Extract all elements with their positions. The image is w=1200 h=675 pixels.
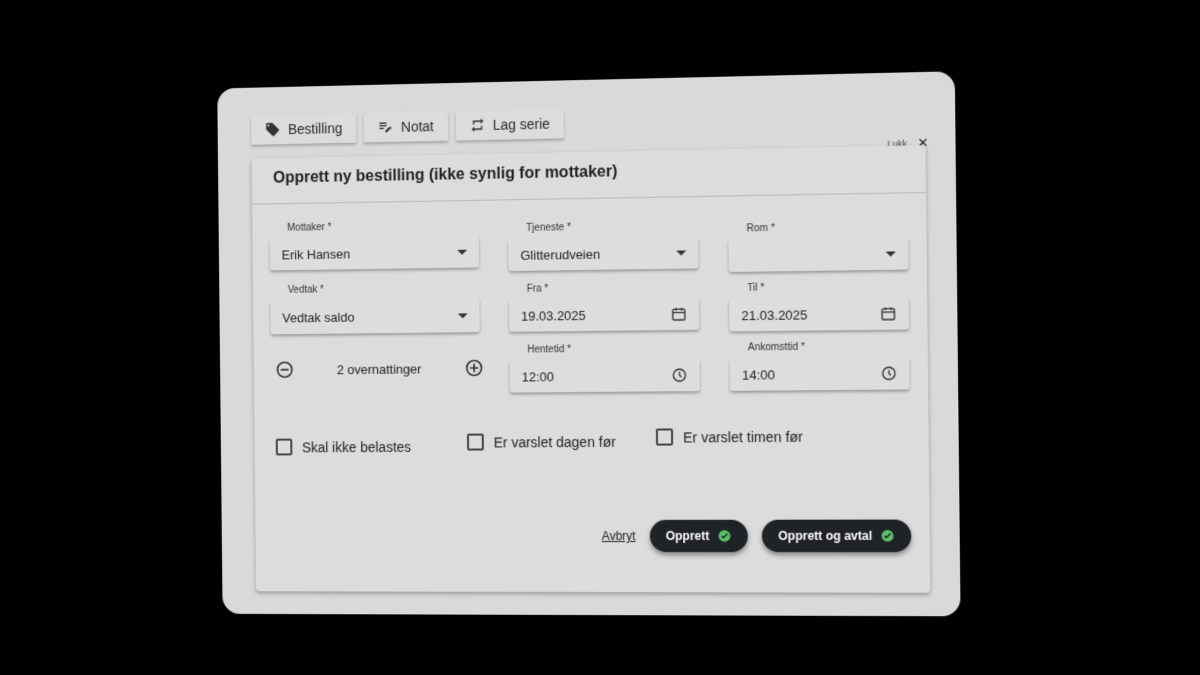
create-and-book-button[interactable]: Opprett og avtal xyxy=(761,519,912,553)
tab-bar: Bestilling Notat Lag serie xyxy=(251,108,564,145)
nights-value: 2 overnattinger xyxy=(336,361,422,377)
tjeneste-select[interactable]: Glitterudveien xyxy=(508,236,699,272)
mottaker-select[interactable]: Erik Hansen xyxy=(269,235,480,271)
ankomsttid-label: Ankomsttid * xyxy=(747,341,805,354)
mottaker-field: Mottaker * Erik Hansen xyxy=(269,222,480,271)
check-circle-icon xyxy=(717,529,731,543)
mottaker-label: Mottaker * xyxy=(287,222,332,234)
tab-label: Notat xyxy=(400,118,434,135)
chevron-down-icon xyxy=(457,249,468,255)
create-label: Opprett xyxy=(665,528,710,543)
tjeneste-label: Tjeneste * xyxy=(526,222,571,234)
tab-lag-serie[interactable]: Lag serie xyxy=(455,108,564,141)
scene: Bestilling Notat Lag serie Lukk ✕ Oppret… xyxy=(0,0,1200,675)
checkbox-label: Er varslet dagen før xyxy=(493,433,616,450)
minus-circle-icon[interactable] xyxy=(275,360,295,380)
clock-icon[interactable] xyxy=(671,367,687,383)
hentetid-label: Hentetid * xyxy=(527,344,572,356)
ankomsttid-value: 14:00 xyxy=(741,366,776,383)
til-date-input[interactable]: 21.03.2025 xyxy=(729,296,910,332)
tjeneste-field: Tjeneste * Glitterudveien xyxy=(508,222,699,272)
cancel-link[interactable]: Avbryt xyxy=(602,529,636,543)
dialog-actions: Avbryt Opprett Opprett og avtal xyxy=(602,519,912,553)
checkbox-varslet-timen-for[interactable]: Er varslet timen før xyxy=(655,428,803,446)
booking-panel: Opprett ny bestilling (ikke synlig for m… xyxy=(251,145,931,593)
chevron-down-icon xyxy=(457,312,468,318)
ankomsttid-time-input[interactable]: 14:00 xyxy=(729,356,910,391)
chevron-down-icon xyxy=(885,250,896,257)
rom-field: Rom * xyxy=(728,223,909,272)
note-edit-icon xyxy=(379,122,392,133)
chevron-down-icon xyxy=(676,249,687,256)
booking-dialog: Bestilling Notat Lag serie Lukk ✕ Oppret… xyxy=(217,71,961,617)
til-value: 21.03.2025 xyxy=(741,306,808,323)
repeat-icon xyxy=(471,118,484,132)
vedtak-value: Vedtak saldo xyxy=(282,309,355,325)
plus-circle-icon[interactable] xyxy=(464,358,484,378)
fra-value: 19.03.2025 xyxy=(520,307,586,324)
tjeneste-value: Glitterudveien xyxy=(520,246,601,263)
checkbox-skal-ikke-belastes[interactable]: Skal ikke belastes xyxy=(275,438,412,456)
vedtak-label: Vedtak * xyxy=(287,284,324,296)
fra-label: Fra * xyxy=(526,283,549,295)
rom-label: Rom * xyxy=(746,222,775,235)
checkbox-label: Er varslet timen før xyxy=(683,428,803,445)
fra-date-input[interactable]: 19.03.2025 xyxy=(509,297,700,332)
fra-field: Fra * 19.03.2025 xyxy=(509,283,700,332)
hentetid-value: 12:00 xyxy=(521,368,555,384)
tab-label: Lag serie xyxy=(492,115,550,133)
calendar-icon[interactable] xyxy=(671,306,687,322)
create-button[interactable]: Opprett xyxy=(649,519,748,553)
check-circle-icon xyxy=(880,529,895,543)
tab-label: Bestilling xyxy=(287,120,343,138)
til-field: Til * 21.03.2025 xyxy=(729,283,910,332)
checkbox-varslet-dagen-for[interactable]: Er varslet dagen før xyxy=(466,433,616,451)
calendar-icon[interactable] xyxy=(880,305,897,321)
hentetid-time-input[interactable]: 12:00 xyxy=(509,358,700,393)
rom-select[interactable] xyxy=(728,237,909,272)
ankomsttid-field: Ankomsttid * 14:00 xyxy=(729,342,910,391)
panel-title: Opprett ny bestilling (ikke synlig for m… xyxy=(272,163,618,187)
tab-notat[interactable]: Notat xyxy=(363,110,448,143)
til-label: Til * xyxy=(747,282,765,294)
create-and-book-label: Opprett og avtal xyxy=(778,528,873,543)
clock-icon[interactable] xyxy=(881,365,898,381)
checkbox-box[interactable] xyxy=(275,438,293,456)
vedtak-select[interactable]: Vedtak saldo xyxy=(270,298,480,335)
nights-stepper: 2 overnattinger xyxy=(275,353,484,385)
hentetid-field: Hentetid * 12:00 xyxy=(509,344,700,393)
vedtak-field: Vedtak * Vedtak saldo xyxy=(270,284,480,335)
divider xyxy=(252,191,927,205)
tab-bestilling[interactable]: Bestilling xyxy=(251,112,357,145)
tag-icon xyxy=(266,122,280,137)
mottaker-value: Erik Hansen xyxy=(281,246,351,262)
checkbox-box[interactable] xyxy=(466,433,484,451)
checkbox-box[interactable] xyxy=(655,428,674,446)
checkbox-label: Skal ikke belastes xyxy=(301,438,412,455)
